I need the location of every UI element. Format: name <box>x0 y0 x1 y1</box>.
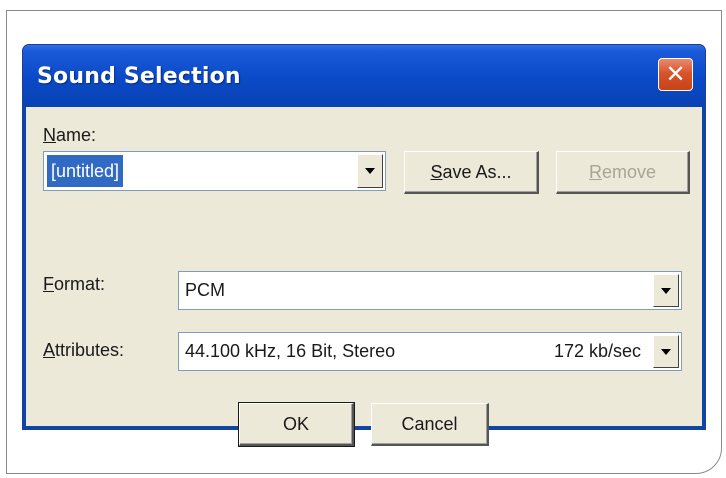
chevron-down-icon <box>661 287 671 294</box>
name-value: [untitled] <box>47 155 124 187</box>
save-as-button[interactable]: Save As... <box>404 151 539 194</box>
bitrate-value: 172 kb/sec <box>553 341 641 361</box>
name-dropdown-button[interactable] <box>357 154 383 188</box>
close-icon: ✕ <box>665 60 686 88</box>
format-value: PCM <box>185 280 225 300</box>
sound-selection-dialog: Sound Selection ✕ Name: [untitled] Save … <box>22 44 706 447</box>
attributes-combobox[interactable]: 44.100 kHz, 16 Bit, Stereo 172 kb/sec <box>178 332 682 371</box>
ok-button[interactable]: OK <box>238 402 355 447</box>
close-button[interactable]: ✕ <box>658 58 693 91</box>
attributes-label: Attributes: <box>43 340 125 360</box>
remove-button[interactable]: Remove <box>556 151 690 194</box>
format-combobox[interactable]: PCM <box>178 271 682 310</box>
dialog-body: Name: [untitled] Save As... Remove Forma… <box>26 107 702 447</box>
attributes-value: 44.100 kHz, 16 Bit, Stereo <box>185 341 396 361</box>
chevron-down-icon <box>365 168 375 174</box>
chevron-down-icon <box>661 348 671 355</box>
title-bar[interactable]: Sound Selection ✕ <box>23 45 705 107</box>
dialog-title: Sound Selection <box>37 64 241 89</box>
attributes-dropdown-button[interactable] <box>653 335 679 368</box>
format-dropdown-button[interactable] <box>653 274 679 307</box>
name-label: Name: <box>43 125 97 145</box>
cancel-button[interactable]: Cancel <box>371 403 489 446</box>
name-combobox[interactable]: [untitled] <box>43 151 386 191</box>
